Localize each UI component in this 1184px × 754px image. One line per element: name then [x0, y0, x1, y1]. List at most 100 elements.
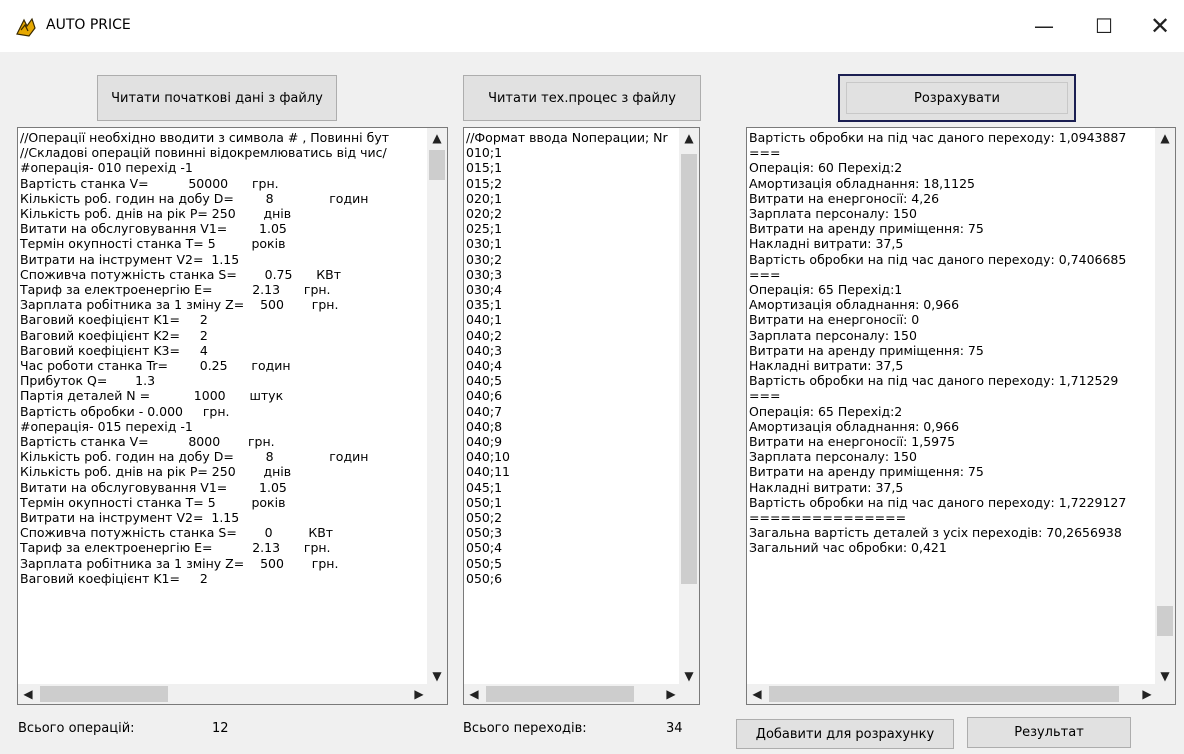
transitions-count-value: 34 — [666, 721, 683, 736]
memo-line: 035;1 — [466, 297, 503, 313]
memo-line: Зарплата персоналу: 150 — [749, 327, 917, 343]
close-button[interactable]: ✕ — [1132, 0, 1184, 52]
memo-line: Витати на обслуговування V1= 1.05 — [20, 221, 287, 237]
memo-line: Ваговий коефіцієнт K1= 2 — [20, 312, 208, 328]
scroll-right-icon[interactable]: ▶ — [409, 684, 429, 704]
memo-line: 030;2 — [466, 251, 503, 267]
memo-line: Зарплата персоналу: 150 — [749, 206, 917, 222]
results-text: Вартість обробки на під час даного перех… — [749, 130, 1126, 556]
memo-line: 040;5 — [466, 373, 503, 389]
scroll-left-icon[interactable]: ◀ — [18, 684, 38, 704]
scroll-left-icon[interactable]: ◀ — [464, 684, 484, 704]
scroll-up-icon[interactable]: ▲ — [1155, 128, 1175, 148]
memo-line: === — [749, 388, 781, 404]
scroll-left-icon[interactable]: ◀ — [747, 684, 767, 704]
memo-line: 050;3 — [466, 525, 503, 541]
memo-line: #операція- 010 перехід -1 — [20, 160, 193, 176]
hscroll-thumb[interactable] — [486, 686, 634, 702]
memo-line: Кількість роб. годин на добу D= 8 годин — [20, 190, 369, 206]
memo-line: === — [749, 266, 781, 282]
scroll-down-icon[interactable]: ▼ — [427, 666, 447, 686]
memo-line: Час роботи станка Tr= 0.25 годин — [20, 358, 291, 374]
vscroll-thumb[interactable] — [1157, 606, 1173, 636]
memo-line: 025;1 — [466, 221, 503, 237]
memo-line: 040;2 — [466, 327, 503, 343]
read-initial-data-button[interactable]: Читати початкові дані з файлу — [97, 75, 337, 121]
memo-line: Амортизація обладнання: 0,966 — [749, 297, 960, 313]
memo-line: Вартість обробки на під час даного перех… — [749, 494, 1127, 510]
memo-line: Накладні витрати: 37,5 — [749, 236, 904, 252]
memo-line: #операція- 015 перехід -1 — [20, 418, 193, 434]
memo-line: Кількість роб. днів на рік P= 250 днів — [20, 206, 292, 222]
app-icon — [16, 17, 36, 37]
scroll-right-icon[interactable]: ▶ — [1137, 684, 1157, 704]
result-button[interactable]: Результат — [967, 717, 1131, 748]
memo-line: 020;2 — [466, 206, 503, 222]
process-text: //Формат ввода Nоперации; Nr 010;1 015;1 01… — [466, 130, 668, 586]
memo-line: 050;1 — [466, 494, 503, 510]
memo-line: =============== — [749, 510, 907, 526]
scroll-right-icon[interactable]: ▶ — [661, 684, 681, 704]
initial-data-hscroll[interactable]: ◀ ▶ — [18, 684, 429, 704]
vscroll-thumb[interactable] — [429, 150, 445, 180]
memo-line: Накладні витрати: 37,5 — [749, 358, 904, 374]
hscroll-thumb[interactable] — [769, 686, 1119, 702]
process-hscroll[interactable]: ◀ ▶ — [464, 684, 681, 704]
memo-line: 020;1 — [466, 190, 503, 206]
memo-line: Вартість обробки на під час даного перех… — [749, 373, 1119, 389]
memo-line: Витрати на інструмент V2= 1.15 — [20, 251, 240, 267]
results-vscroll[interactable]: ▲ ▼ — [1155, 128, 1175, 686]
memo-line: 040;7 — [466, 403, 503, 419]
memo-line: 015;1 — [466, 160, 503, 176]
memo-line: Вартість обробки - 0.000 грн. — [20, 403, 230, 419]
memo-line: Вартість обробки на під час даного перех… — [749, 251, 1127, 267]
scroll-down-icon[interactable]: ▼ — [1155, 666, 1175, 686]
memo-line: 040;3 — [466, 342, 503, 358]
memo-line: Вартість станка V= 8000 грн. — [20, 434, 275, 450]
memo-line: Вартість станка V= 50000 грн. — [20, 175, 279, 191]
memo-line: 040;10 — [466, 449, 510, 465]
memo-line: 040;8 — [466, 418, 503, 434]
hscroll-thumb[interactable] — [40, 686, 168, 702]
window-title: AUTO PRICE — [46, 17, 131, 33]
read-process-button[interactable]: Читати тех.процес з файлу — [463, 75, 701, 121]
memo-line: Тариф за електроенергію E= 2.13 грн. — [20, 540, 331, 556]
memo-line: Операція: 65 Перехід:1 — [749, 282, 903, 298]
add-for-calculation-button[interactable]: Добавити для розрахунку — [736, 719, 954, 749]
memo-line: 030;1 — [466, 236, 503, 252]
memo-line: Ваговий коефіцієнт K3= 4 — [20, 342, 208, 358]
memo-line: Зарплата робітника за 1 зміну Z= 500 грн… — [20, 297, 339, 313]
memo-line: Зарплата робітника за 1 зміну Z= 500 грн… — [20, 555, 339, 571]
memo-line: Зарплата персоналу: 150 — [749, 449, 917, 465]
maximize-button[interactable]: ☐ — [1076, 0, 1132, 52]
memo-line: Споживча потужність станка S= 0 КВт — [20, 525, 334, 541]
vscroll-thumb[interactable] — [681, 154, 697, 584]
scroll-down-icon[interactable]: ▼ — [679, 666, 699, 686]
memo-line: 040;4 — [466, 358, 503, 374]
operations-count-label: Всього операцій: — [18, 721, 135, 736]
memo-line: Витрати на аренду приміщення: 75 — [749, 221, 984, 237]
process-memo[interactable]: //Формат ввода Nоперации; Nr 010;1 015;1 01… — [463, 127, 700, 705]
process-vscroll[interactable]: ▲ ▼ — [679, 128, 699, 686]
memo-line: Операція: 60 Перехід:2 — [749, 160, 903, 176]
memo-line: Витати на обслуговування V1= 1.05 — [20, 479, 287, 495]
memo-line: //Складові операцій повинні відокремлюва… — [20, 145, 387, 161]
initial-data-vscroll[interactable]: ▲ ▼ — [427, 128, 447, 686]
memo-line: Термін окупності станка T= 5 років — [20, 236, 286, 252]
memo-line: Ваговий коефіцієнт K2= 2 — [20, 327, 208, 343]
calculate-button[interactable]: Розрахувати — [838, 74, 1076, 122]
memo-line: Тариф за електроенергію E= 2.13 грн. — [20, 282, 331, 298]
memo-line: Операція: 65 Перехід:2 — [749, 403, 903, 419]
results-hscroll[interactable]: ◀ ▶ — [747, 684, 1157, 704]
results-memo[interactable]: Вартість обробки на під час даного перех… — [746, 127, 1176, 705]
scroll-up-icon[interactable]: ▲ — [427, 128, 447, 148]
memo-line: === — [749, 145, 781, 161]
memo-line: Витрати на аренду приміщення: 75 — [749, 342, 984, 358]
transitions-count-label: Всього переходів: — [463, 721, 587, 736]
memo-line: Витрати на аренду приміщення: 75 — [749, 464, 984, 480]
memo-line: 050;5 — [466, 555, 503, 571]
initial-data-memo[interactable]: //Операції необхідно вводити з символа #… — [17, 127, 448, 705]
memo-line: Прибуток Q= 1.3 — [20, 373, 156, 389]
scroll-up-icon[interactable]: ▲ — [679, 128, 699, 148]
minimize-button[interactable]: — — [1016, 0, 1072, 52]
